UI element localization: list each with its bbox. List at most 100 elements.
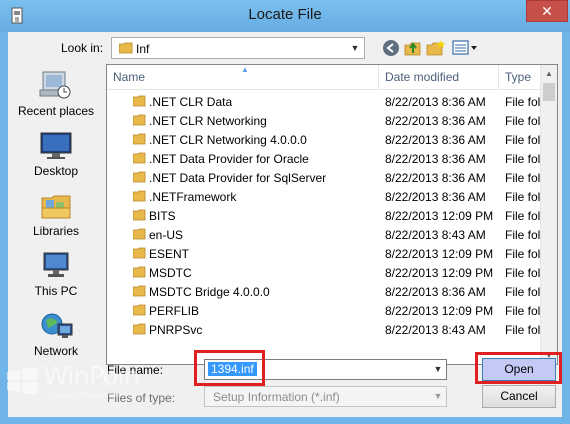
column-header-row: Name Date modified Type ▲ [107,65,541,90]
place-this-pc[interactable]: This PC [8,246,104,306]
look-in-value: Inf [136,42,150,56]
look-in-dropdown[interactable]: Inf ▼ [111,37,365,59]
watermark-subtext: #1 Windows Portal Indonesia [43,393,121,399]
scroll-up-icon[interactable]: ▲ [541,65,557,82]
libraries-icon [41,195,71,219]
type-cell: File fol [505,114,541,128]
table-row[interactable]: .NETFramework 8/22/2013 8:36 AM File fol [107,187,541,206]
file-name-cell: .NETFramework [149,190,237,204]
type-cell: File fol [505,171,541,185]
file-name-cell: MSDTC Bridge 4.0.0.0 [149,285,270,299]
place-recent-places[interactable]: Recent places [8,66,104,126]
chevron-down-icon[interactable]: ▼ [430,360,446,379]
vertical-scrollbar[interactable]: ▲ ▼ [540,65,557,364]
place-label: Libraries [32,224,80,238]
file-name-cell: .NET CLR Networking [149,114,267,128]
file-name-cell: .NET CLR Networking 4.0.0.0 [149,133,307,147]
table-row[interactable]: PNRPSvc 8/22/2013 8:43 AM File fol [107,320,541,339]
date-modified-cell: 8/22/2013 8:36 AM [385,285,486,299]
file-name-cell: .NET Data Provider for SqlServer [149,171,327,185]
folder-icon [119,42,133,54]
folder-icon [133,304,146,316]
folder-icon [133,323,146,335]
places-bar: Recent places Desktop Libraries This PC … [8,66,104,366]
file-name-cell: en-US [149,228,184,242]
cancel-button[interactable]: Cancel [482,385,556,408]
look-in-label: Look in: [61,41,104,55]
folder-icon [133,266,146,278]
folder-icon [133,171,146,183]
scrollbar-thumb[interactable] [543,83,555,101]
type-cell: File fol [505,323,541,337]
windows-logo-icon [7,367,37,395]
file-name-cell: PERFLIB [149,304,200,318]
type-cell: File fol [505,95,541,109]
sort-ascending-icon: ▲ [241,65,249,74]
folder-icon [133,209,146,221]
table-row[interactable]: .NET Data Provider for Oracle 8/22/2013 8… [107,149,541,168]
date-modified-cell: 8/22/2013 12:09 PM [385,209,494,223]
folder-icon [133,285,146,297]
watermark-text: WinPoin [43,362,140,392]
place-label: Desktop [33,164,79,178]
type-cell: File fol [505,209,541,223]
date-modified-cell: 8/22/2013 8:43 AM [385,228,486,242]
file-name-cell: .NET Data Provider for Oracle [149,152,309,166]
place-label: Network [33,344,78,358]
column-header-date-modified[interactable]: Date modified [379,65,499,90]
type-cell: File fol [505,304,541,318]
date-modified-cell: 8/22/2013 8:36 AM [385,95,486,109]
back-arrow-icon[interactable] [382,39,400,57]
highlight-box-open-button [475,352,562,384]
chevron-down-icon[interactable]: ▼ [346,38,364,58]
view-menu-icon[interactable] [452,39,478,57]
table-row[interactable]: MSDTC Bridge 4.0.0.0 8/22/2013 8:36 AM Fil… [107,282,541,301]
place-desktop[interactable]: Desktop [8,126,104,186]
close-button[interactable]: ✕ [526,0,568,22]
table-row[interactable]: ESENT 8/22/2013 12:09 PM File fol [107,244,541,263]
watermark: WinPoin #1 Windows Portal Indonesia [3,360,143,404]
type-cell: File fol [505,152,541,166]
table-row[interactable]: .NET CLR Networking 4.0.0.0 8/22/2013 8:3… [107,130,541,149]
network-icon [41,313,73,338]
file-type-dropdown[interactable]: Setup Information (*.inf) ▼ [204,386,447,407]
this-pc-icon [43,252,69,277]
table-row[interactable]: en-US 8/22/2013 8:43 AM File fol [107,225,541,244]
table-row[interactable]: .NET CLR Data 8/22/2013 8:36 AM File fol [107,92,541,111]
place-libraries[interactable]: Libraries [8,186,104,246]
folder-icon [133,114,146,126]
file-name-cell: ESENT [149,247,190,261]
type-cell: File fol [505,228,541,242]
type-cell: File fol [505,190,541,204]
table-row[interactable]: MSDTC 8/22/2013 12:09 PM File fol [107,263,541,282]
up-folder-icon[interactable] [404,39,422,57]
file-type-value: Setup Information (*.inf) [213,390,340,404]
table-row[interactable]: .NET Data Provider for SqlServer 8/22/201… [107,168,541,187]
recent-places-icon [39,71,71,99]
place-network[interactable]: Network [8,306,104,366]
locate-file-dialog: Locate File ✕ Look in: Inf ▼ Recent plac… [0,0,570,424]
folder-icon [133,133,146,145]
folder-icon [133,152,146,164]
file-list[interactable]: Name Date modified Type ▲ .NET CLR Data 8… [106,64,558,365]
file-name-cell: MSDTC [149,266,192,280]
desktop-icon [40,132,72,159]
folder-icon [133,95,146,107]
column-header-type[interactable]: Type [499,65,541,90]
date-modified-cell: 8/22/2013 8:43 AM [385,323,486,337]
place-label: This PC [34,284,78,298]
table-row[interactable]: .NET CLR Networking 8/22/2013 8:36 AM File… [107,111,541,130]
place-label: Recent places [17,104,95,118]
folder-icon [133,247,146,259]
type-cell: File fol [505,133,541,147]
title-bar[interactable]: Locate File ✕ [0,0,570,32]
window-title: Locate File [248,6,322,23]
date-modified-cell: 8/22/2013 12:09 PM [385,304,494,318]
chevron-down-icon[interactable]: ▼ [430,387,446,406]
table-row[interactable]: BITS 8/22/2013 12:09 PM File fol [107,206,541,225]
new-folder-icon[interactable] [426,39,446,57]
date-modified-cell: 8/22/2013 8:36 AM [385,171,486,185]
date-modified-cell: 8/22/2013 12:09 PM [385,266,494,280]
file-name-cell: BITS [149,209,176,223]
table-row[interactable]: PERFLIB 8/22/2013 12:09 PM File fol [107,301,541,320]
